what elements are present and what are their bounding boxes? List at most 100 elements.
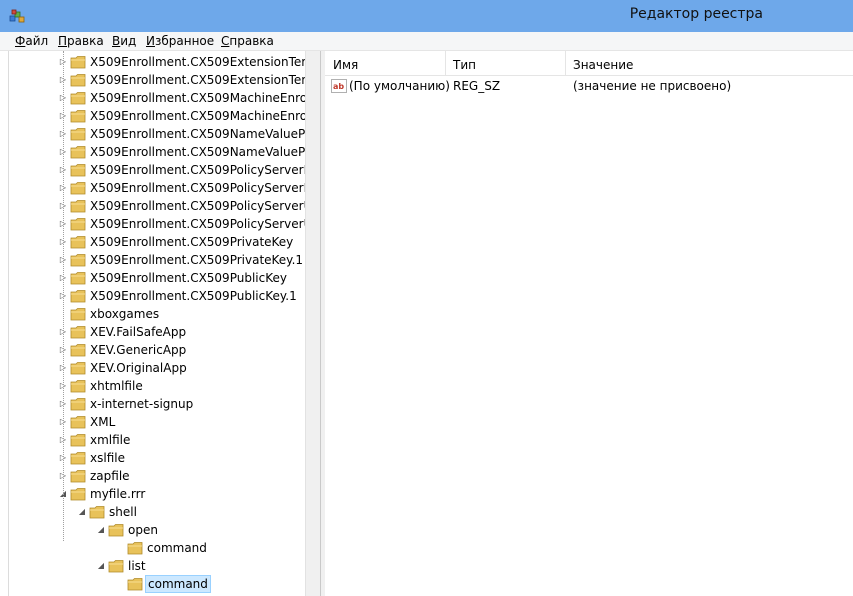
- folder-icon: [70, 343, 86, 357]
- folder-icon: [70, 325, 86, 339]
- tree-item[interactable]: ▷ X509Enrollment.CX509PolicyServerUrl.1: [0, 215, 320, 233]
- tree-item-label[interactable]: X509Enrollment.CX509PolicyServerUrl: [88, 197, 320, 215]
- tree-item[interactable]: ▷ X509Enrollment.CX509ExtensionTemplate: [0, 53, 320, 71]
- folder-icon: [127, 577, 143, 591]
- tree-item-label[interactable]: list: [126, 557, 148, 575]
- tree-item[interactable]: command: [0, 539, 305, 557]
- tree-item[interactable]: ◢ shell: [0, 503, 305, 521]
- tree-item[interactable]: ▷ XEV.GenericApp: [0, 341, 305, 359]
- tree-item-label[interactable]: X509Enrollment.CX509MachineEnrollme: [88, 107, 320, 125]
- tree-item-label[interactable]: X509Enrollment.CX509PrivateKey.1: [88, 251, 305, 269]
- column-name[interactable]: Имя: [333, 58, 358, 72]
- tree-item-label[interactable]: zapfile: [88, 467, 132, 485]
- tree-item-label[interactable]: X509Enrollment.CX509ExtensionTemplate: [88, 53, 320, 71]
- tree-item[interactable]: ▷ XML: [0, 413, 305, 431]
- collapse-arrow-icon[interactable]: ◢: [77, 503, 87, 521]
- tree-item-label[interactable]: shell: [107, 503, 139, 521]
- tree-item[interactable]: command: [0, 575, 305, 593]
- tree-pane[interactable]: ▷ X509Enrollment.CX509ExtensionTemplate ▷ X…: [0, 51, 321, 596]
- tree-guide-line: [63, 51, 65, 541]
- folder-icon: [70, 451, 86, 465]
- tree-item[interactable]: xboxgames: [0, 305, 305, 323]
- tree-item-label[interactable]: xmlfile: [88, 431, 132, 449]
- tree-item-label[interactable]: X509Enrollment.CX509PolicyServerListM: [88, 179, 320, 197]
- string-value-icon: ab: [331, 79, 347, 93]
- folder-icon: [70, 145, 86, 159]
- tree-item-label[interactable]: command: [145, 575, 211, 593]
- tree-item[interactable]: ▷ X509Enrollment.CX509PolicyServerListM: [0, 161, 320, 179]
- tree-item-label[interactable]: open: [126, 521, 160, 539]
- tree-item[interactable]: ▷ X509Enrollment.CX509NameValuePair: [0, 125, 320, 143]
- tree-item[interactable]: ▷ zapfile: [0, 467, 305, 485]
- tree-item[interactable]: ▷ x-internet-signup: [0, 395, 305, 413]
- tree-scrollbar[interactable]: [305, 51, 320, 596]
- tree-item-label[interactable]: XEV.FailSafeApp: [88, 323, 188, 341]
- list-header: Имя Тип Значение: [325, 51, 853, 76]
- value-data: (значение не присвоено): [573, 79, 732, 93]
- column-separator[interactable]: [445, 51, 446, 75]
- tree-item[interactable]: ▷ XEV.FailSafeApp: [0, 323, 305, 341]
- tree-item[interactable]: ◢ list: [0, 557, 305, 575]
- tree-item[interactable]: ▷ X509Enrollment.CX509PublicKey.1: [0, 287, 305, 305]
- tree-item[interactable]: ▷ xmlfile: [0, 431, 305, 449]
- tree-item-label[interactable]: X509Enrollment.CX509PublicKey: [88, 269, 289, 287]
- tree-item[interactable]: ▷ X509Enrollment.CX509PolicyServerListM: [0, 179, 320, 197]
- folder-icon: [70, 235, 86, 249]
- tree-item[interactable]: ◢ open: [0, 521, 305, 539]
- column-type[interactable]: Тип: [453, 58, 476, 72]
- tree-item[interactable]: ▷ xhtmlfile: [0, 377, 305, 395]
- tree-item-label[interactable]: X509Enrollment.CX509MachineEnrollme: [88, 89, 320, 107]
- tree-item-label[interactable]: X509Enrollment.CX509NameValuePair: [88, 125, 320, 143]
- tree-connector: [115, 539, 125, 557]
- folder-icon: [70, 199, 86, 213]
- tree-item[interactable]: ▷ X509Enrollment.CX509PublicKey: [0, 269, 305, 287]
- tree-item-label[interactable]: x-internet-signup: [88, 395, 195, 413]
- value-name: (По умолчанию): [349, 79, 450, 93]
- column-value[interactable]: Значение: [573, 58, 633, 72]
- column-separator[interactable]: [565, 51, 566, 75]
- menu-help[interactable]: Справка: [221, 34, 274, 48]
- tree-item[interactable]: ▷ X509Enrollment.CX509MachineEnrollme: [0, 89, 320, 107]
- title-bar: Редактор реестра: [0, 0, 853, 32]
- tree-item-label[interactable]: X509Enrollment.CX509PrivateKey: [88, 233, 295, 251]
- tree-item-label[interactable]: X509Enrollment.CX509PublicKey.1: [88, 287, 299, 305]
- tree-item-label[interactable]: X509Enrollment.CX509PolicyServerListM: [88, 161, 320, 179]
- folder-icon: [70, 415, 86, 429]
- folder-icon: [70, 469, 86, 483]
- folder-icon: [70, 91, 86, 105]
- menu-edit[interactable]: Правка: [58, 34, 104, 48]
- tree-item-label[interactable]: command: [145, 539, 209, 557]
- menu-bar: Файл Правка Вид Избранное Справка: [0, 32, 853, 51]
- tree-item-label[interactable]: X509Enrollment.CX509ExtensionTemplate: [88, 71, 320, 89]
- tree-item[interactable]: ▷ X509Enrollment.CX509NameValuePair.1: [0, 143, 320, 161]
- tree-item-label[interactable]: myfile.rrr: [88, 485, 147, 503]
- tree-item[interactable]: ▷ X509Enrollment.CX509PolicyServerUrl: [0, 197, 320, 215]
- folder-icon: [108, 559, 124, 573]
- tree-item-label[interactable]: XML: [88, 413, 117, 431]
- folder-icon: [70, 307, 86, 321]
- tree-item[interactable]: ▷ xslfile: [0, 449, 305, 467]
- folder-icon: [70, 361, 86, 375]
- menu-view[interactable]: Вид: [112, 34, 136, 48]
- tree-item[interactable]: ◢ myfile.rrr: [0, 485, 305, 503]
- tree-item[interactable]: ▷ X509Enrollment.CX509ExtensionTemplate: [0, 71, 320, 89]
- tree-item-label[interactable]: X509Enrollment.CX509NameValuePair.1: [88, 143, 320, 161]
- values-pane[interactable]: Имя Тип Значение ab (По умолчанию) REG_S…: [321, 51, 853, 596]
- tree-item-label[interactable]: xboxgames: [88, 305, 161, 323]
- list-item[interactable]: ab (По умолчанию) REG_SZ (значение не пр…: [325, 78, 853, 96]
- menu-file[interactable]: Файл: [15, 34, 48, 48]
- folder-icon: [70, 433, 86, 447]
- tree-item[interactable]: ▷ X509Enrollment.CX509PrivateKey: [0, 233, 305, 251]
- tree-item[interactable]: ▷ X509Enrollment.CX509PrivateKey.1: [0, 251, 305, 269]
- tree-item[interactable]: ▷ XEV.OriginalApp: [0, 359, 305, 377]
- tree-item-label[interactable]: xslfile: [88, 449, 127, 467]
- collapse-arrow-icon[interactable]: ◢: [96, 557, 106, 575]
- tree-item[interactable]: ▷ X509Enrollment.CX509MachineEnrollme: [0, 107, 320, 125]
- tree-item-label[interactable]: XEV.OriginalApp: [88, 359, 189, 377]
- menu-favorites[interactable]: Избранное: [146, 34, 214, 48]
- folder-icon: [70, 289, 86, 303]
- tree-item-label[interactable]: xhtmlfile: [88, 377, 145, 395]
- tree-item-label[interactable]: XEV.GenericApp: [88, 341, 188, 359]
- tree-item-label[interactable]: X509Enrollment.CX509PolicyServerUrl.1: [88, 215, 320, 233]
- collapse-arrow-icon[interactable]: ◢: [96, 521, 106, 539]
